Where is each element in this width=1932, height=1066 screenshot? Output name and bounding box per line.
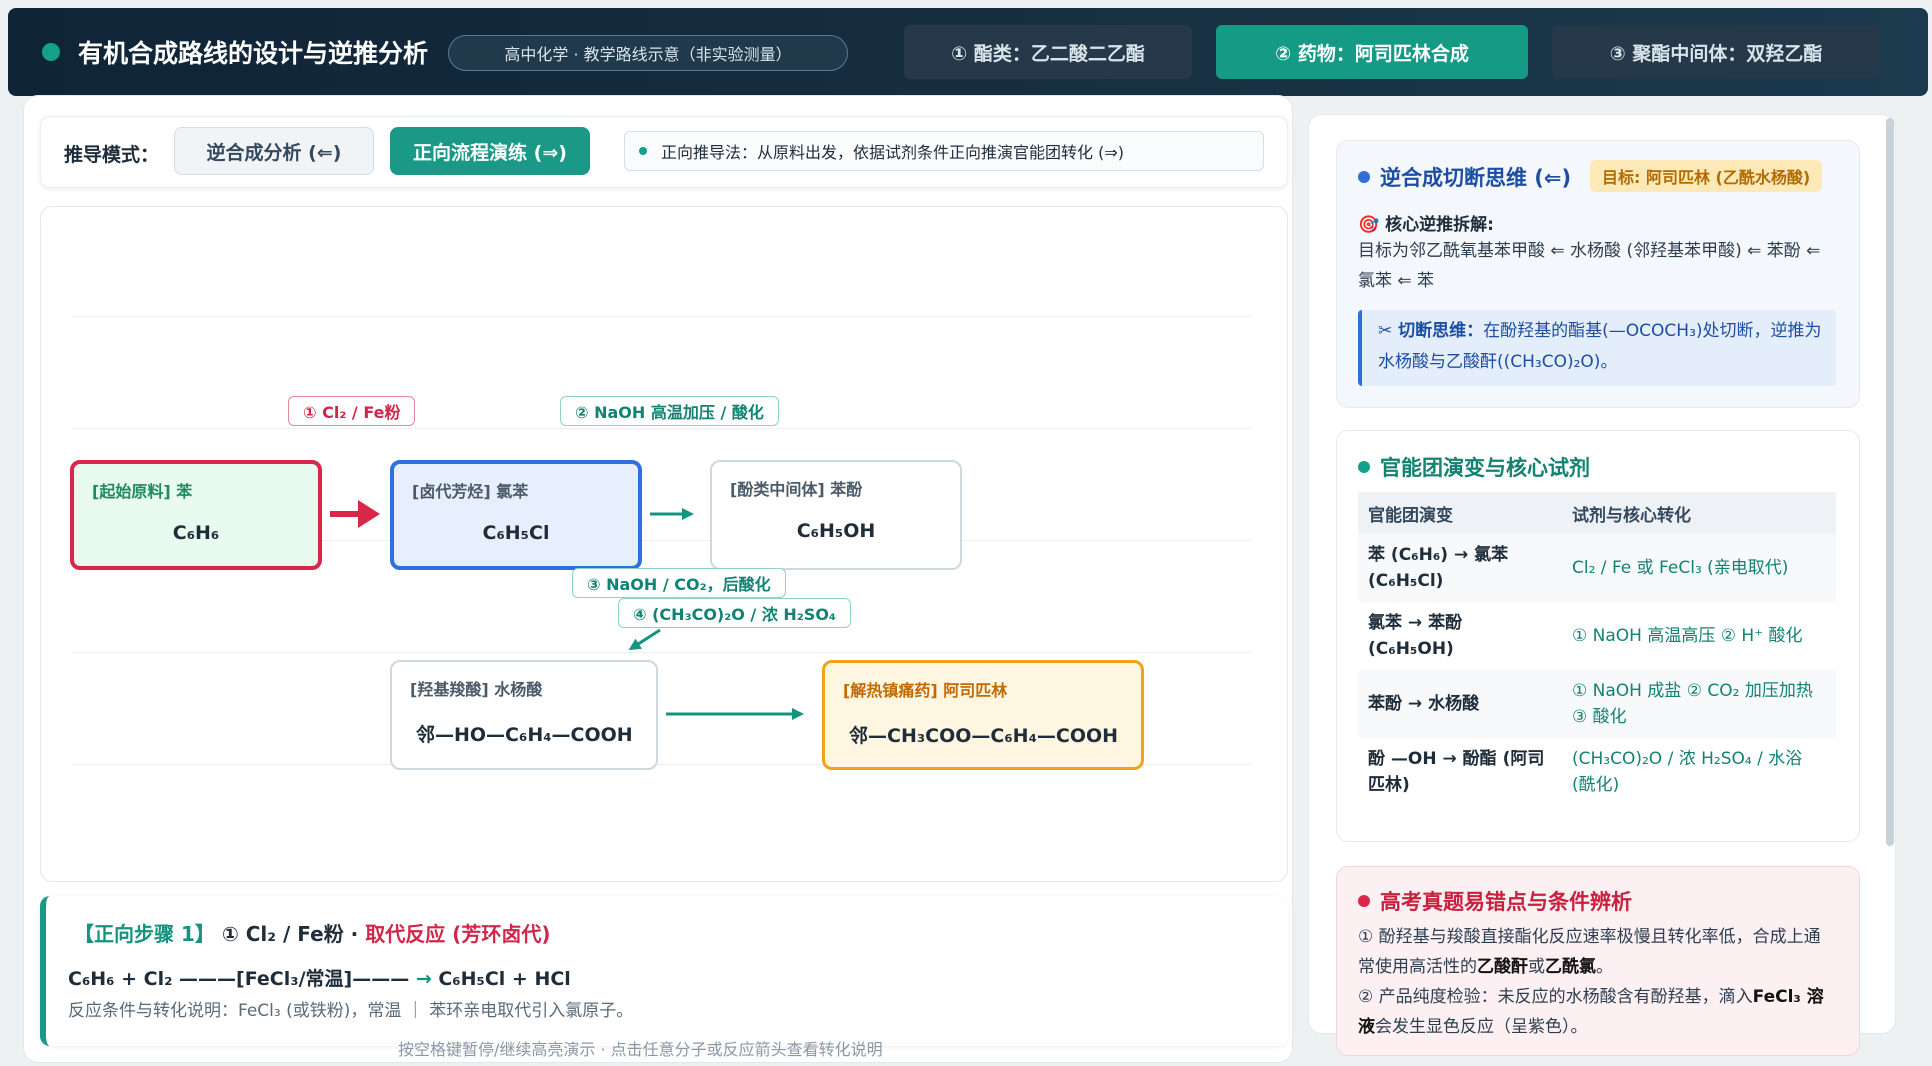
target-badge: 目标: 阿司匹林 (乙酰水杨酸) <box>1590 160 1823 192</box>
pitfall-item-1: ① 酚羟基与羧酸直接酯化反应速率极慢且转化率低，合成上通常使用高活性的乙酸酐或乙… <box>1358 922 1836 982</box>
cut-label: ✂ 切断思维： <box>1378 321 1484 341</box>
pitfall-item-2: ② 产品纯度检验：未反应的水杨酸含有酚羟基，滴入FeCl₃ 溶液会发生显色反应（… <box>1358 982 1836 1042</box>
fg-title-text: 官能团演变与核心试剂 <box>1380 456 1590 480</box>
molecule-label: [羟基羧酸] 水杨酸 <box>410 680 543 699</box>
molecule-salicylic-acid[interactable]: [羟基羧酸] 水杨酸 邻—HO—C₆H₄—COOH <box>390 660 658 770</box>
footer-hint: 按空格键暂停/继续高亮演示 · 点击任意分子或反应箭头查看转化说明 <box>398 1040 883 1059</box>
pitfall-text: 会发生显色反应（呈紫色）。 <box>1375 1017 1588 1037</box>
retro-sub-head: 🎯 核心逆推拆解: <box>1358 215 1494 235</box>
molecule-phenol[interactable]: [酚类中间体] 苯酚 C₆H₅OH <box>710 460 962 570</box>
table-row: 酚 —OH → 酚酯 (阿司匹林) (CH₃CO)₂O / 浓 H₂SO₄ / … <box>1358 738 1836 806</box>
table-row: 氯苯 → 苯酚 (C₆H₅OH) ① NaOH 高温高压 ② H⁺ 酸化 <box>1358 602 1836 670</box>
bullet-icon <box>1358 171 1370 183</box>
mode-label: 推导模式： <box>64 144 160 166</box>
fg-reagent: (CH₃CO)₂O / 浓 H₂SO₄ / 水浴 (酰化) <box>1572 749 1803 795</box>
pitfall-emphasis: 乙酰氯 <box>1545 957 1596 977</box>
mode-hint-text: 正向推导法：从原料出发，依据试剂条件正向推演官能团转化 (⇒) <box>661 143 1124 162</box>
bullet-icon <box>1358 461 1370 473</box>
tab-aspirin[interactable]: ② 药物：阿司匹林合成 <box>1216 25 1528 79</box>
fg-reagent: Cl₂ / Fe 或 FeCl₃ (亲电取代) <box>1562 534 1836 602</box>
condition-step-1[interactable]: ① Cl₂ / Fe粉 <box>288 396 416 426</box>
pitfall-text: 或 <box>1528 957 1545 977</box>
table-header: 官能团演变 <box>1358 492 1562 534</box>
equation-arrow-icon: → <box>415 968 432 990</box>
molecule-formula: 邻—CH₃COO—C₆H₄—COOH <box>849 725 1119 747</box>
step-name: ① Cl₂ / Fe粉 · <box>214 922 366 946</box>
side-panel-scrollbar[interactable] <box>1886 118 1894 846</box>
molecule-aspirin[interactable]: [解热镇痛药] 阿司匹林 邻—CH₃COO—C₆H₄—COOH <box>822 660 1144 770</box>
pitfalls-title: 高考真题易错点与条件辨析 <box>1358 886 1632 916</box>
equation-left: C₆H₆ + Cl₂ ———[FeCl₃/常温]——— <box>68 968 416 990</box>
molecule-label: [卤代芳烃] 氯苯 <box>412 482 529 501</box>
retro-title: 逆合成切断思维 (⇐) <box>1358 162 1571 192</box>
molecule-formula: C₆H₅OH <box>796 520 876 542</box>
forward-mode-button[interactable]: 正向流程演练 (⇒) <box>390 127 590 175</box>
fg-change: 苯 (C₆H₆) → 氯苯 (C₆H₅Cl) <box>1358 534 1562 602</box>
molecule-formula: C₆H₅Cl <box>482 522 550 544</box>
fg-table: 官能团演变 试剂与核心转化 苯 (C₆H₆) → 氯苯 (C₆H₅Cl) Cl₂… <box>1358 492 1836 806</box>
pitfalls-text: ① 酚羟基与羧酸直接酯化反应速率极慢且转化率低，合成上通常使用高活性的乙酸酐或乙… <box>1358 922 1836 1042</box>
tab-polyester[interactable]: ③ 聚酯中间体：双羟乙酯 <box>1552 25 1880 79</box>
subtitle-badge: 高中化学 · 教学路线示意（非实验测量） <box>448 35 848 71</box>
condition-step-2[interactable]: ② NaOH 高温加压 / 酸化 <box>560 396 779 426</box>
table-header: 试剂与核心转化 <box>1562 492 1836 534</box>
step-reaction-type: 取代反应 (芳环卤代) <box>365 922 551 946</box>
molecule-label: [酚类中间体] 苯酚 <box>730 480 863 499</box>
fg-title: 官能团演变与核心试剂 <box>1358 452 1590 482</box>
fg-reagent: ① NaOH 高温高压 ② H⁺ 酸化 <box>1572 626 1803 646</box>
page-title: 有机合成路线的设计与逆推分析 <box>78 39 429 68</box>
condition-step-3[interactable]: ③ NaOH / CO₂，后酸化 <box>572 568 786 598</box>
retro-chain: 目标为邻乙酰氧基苯甲酸 ⇐ 水杨酸 (邻羟基苯甲酸) ⇐ 苯酚 ⇐ 氯苯 ⇐ 苯 <box>1358 241 1821 291</box>
fg-reagent: ① NaOH 成盐 ② CO₂ 加压加热 ③ 酸化 <box>1562 670 1836 738</box>
molecule-formula: C₆H₆ <box>172 522 220 544</box>
retrosynthesis-mode-button[interactable]: 逆合成分析 (⇐) <box>174 127 374 175</box>
pitfall-emphasis: 乙酸酐 <box>1477 957 1528 977</box>
grid-line <box>72 652 1252 653</box>
pitfall-text: 。 <box>1596 957 1613 977</box>
bullet-icon <box>639 147 647 155</box>
fg-change: 氯苯 → 苯酚 (C₆H₅OH) <box>1368 613 1463 659</box>
mode-hint: 正向推导法：从原料出发，依据试剂条件正向推演官能团转化 (⇒) <box>624 131 1264 171</box>
step-equation: C₆H₆ + Cl₂ ———[FeCl₃/常温]——— → C₆H₅Cl + H… <box>68 964 571 991</box>
molecule-benzene[interactable]: [起始原料] 苯 C₆H₆ <box>70 460 322 570</box>
status-dot-icon <box>42 43 60 61</box>
pitfall-text: ② 产品纯度检验：未反应的水杨酸含有酚羟基，滴入 <box>1358 987 1753 1007</box>
grid-line <box>72 316 1252 317</box>
equation-right: C₆H₅Cl + HCl <box>431 968 571 990</box>
fg-change: 酚 —OH → 酚酯 (阿司匹林) <box>1368 749 1545 795</box>
molecule-chlorobenzene[interactable]: [卤代芳烃] 氯苯 C₆H₅Cl <box>390 460 642 570</box>
molecule-label: [解热镇痛药] 阿司匹林 <box>843 681 1008 700</box>
pitfalls-title-text: 高考真题易错点与条件辨析 <box>1380 890 1632 914</box>
molecule-formula: 邻—HO—C₆H₄—COOH <box>416 724 633 746</box>
step-heading: 【正向步骤 1】 ① Cl₂ / Fe粉 · 取代反应 (芳环卤代) <box>74 918 550 947</box>
step-tag: 【正向步骤 1】 <box>74 922 215 946</box>
step-note: 反应条件与转化说明：FeCl₃ (或铁粉)，常温 ｜ 苯环亲电取代引入氯原子。 <box>68 1001 634 1021</box>
molecule-label: [起始原料] 苯 <box>92 482 193 501</box>
condition-step-4[interactable]: ④ (CH₃CO)₂O / 浓 H₂SO₄ <box>618 598 851 628</box>
fg-change: 苯酚 → 水杨酸 <box>1358 670 1562 738</box>
grid-line <box>72 428 1252 429</box>
tab-ester[interactable]: ① 酯类：乙二酸二乙酯 <box>904 25 1192 79</box>
cut-strategy-box: ✂ 切断思维：在酚羟基的酯基(—OCOCH₃)处切断，逆推为水杨酸与乙酸酐((C… <box>1358 310 1836 386</box>
table-row: 苯酚 → 水杨酸 ① NaOH 成盐 ② CO₂ 加压加热 ③ 酸化 <box>1358 670 1836 738</box>
table-row: 苯 (C₆H₆) → 氯苯 (C₆H₅Cl) Cl₂ / Fe 或 FeCl₃ … <box>1358 534 1836 602</box>
retro-title-text: 逆合成切断思维 (⇐) <box>1380 166 1572 190</box>
bullet-icon <box>1358 895 1370 907</box>
